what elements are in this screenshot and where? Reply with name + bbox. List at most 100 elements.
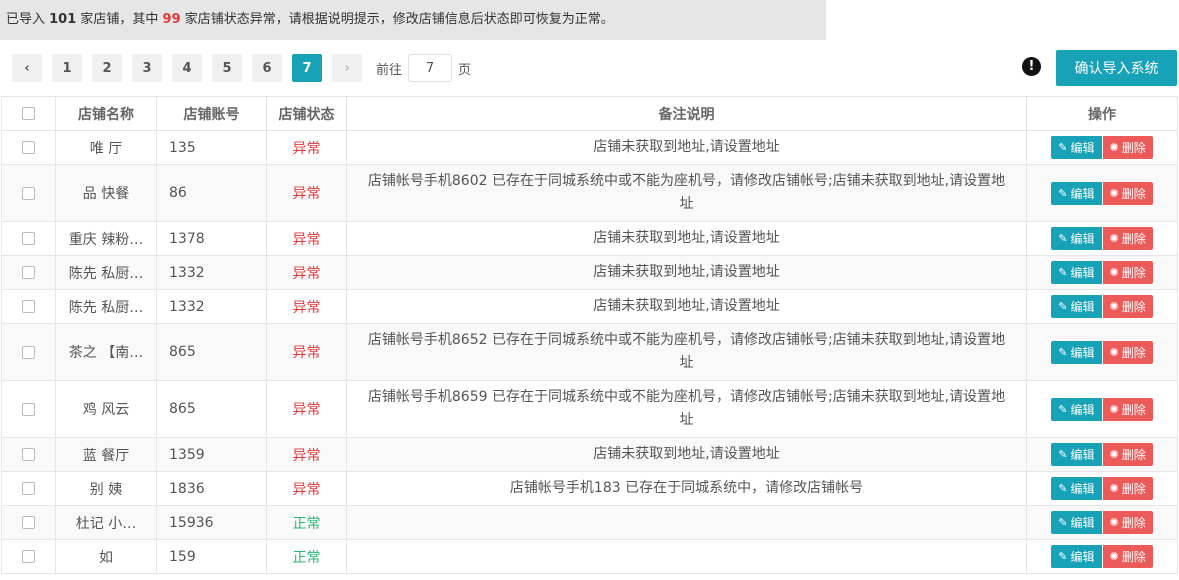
row-select-cell xyxy=(1,289,56,324)
edit-button[interactable]: ✎ 编辑 xyxy=(1051,295,1102,318)
store-status-cell: 异常 xyxy=(266,164,347,222)
edit-button[interactable]: ✎ 编辑 xyxy=(1051,443,1102,466)
store-status-cell: 异常 xyxy=(266,130,347,165)
store-account-cell: 159 xyxy=(156,539,267,574)
delete-button[interactable]: ✺ 删除 xyxy=(1102,511,1153,534)
delete-button[interactable]: ✺ 删除 xyxy=(1102,477,1153,500)
edit-button[interactable]: ✎ 编辑 xyxy=(1051,181,1102,205)
pagination: ‹ 1 2 3 4 5 6 7 › 前往 页 xyxy=(12,54,471,82)
confirm-import-button[interactable]: 确认导入系统 xyxy=(1056,50,1177,86)
delete-button[interactable]: ✺ 删除 xyxy=(1102,181,1153,205)
store-status-cell: 正常 xyxy=(266,539,347,574)
store-name-cell: 如 xyxy=(55,539,157,574)
table-header-row: 店铺名称 店铺账号 店铺状态 备注说明 操作 xyxy=(1,96,1178,131)
row-checkbox[interactable] xyxy=(22,448,35,461)
row-checkbox[interactable] xyxy=(22,516,35,529)
store-name-cell: 蓝 餐厅 xyxy=(55,437,157,472)
abnormal-count: 99 xyxy=(162,12,181,27)
row-checkbox[interactable] xyxy=(22,186,35,200)
store-name-cell: 别 姨 xyxy=(55,471,157,506)
store-status-cell: 异常 xyxy=(266,255,347,290)
edit-button[interactable]: ✎ 编辑 xyxy=(1051,340,1102,364)
page-button-6[interactable]: 6 xyxy=(252,54,282,82)
select-all-cell xyxy=(1,96,56,131)
page-button-7[interactable]: 7 xyxy=(292,54,322,82)
table-row: 陈先 私厨… 1332 异常 店铺未获取到地址,请设置地址 ✎ 编辑 ✺ 删除 xyxy=(1,289,1178,324)
edit-button[interactable]: ✎ 编辑 xyxy=(1051,511,1102,534)
row-select-cell xyxy=(1,380,56,438)
goto-page-input[interactable] xyxy=(408,54,453,82)
row-checkbox[interactable] xyxy=(22,300,35,313)
table-row: 如 159 正常 ✎ 编辑 ✺ 删除 xyxy=(1,539,1178,574)
edit-button[interactable]: ✎ 编辑 xyxy=(1051,227,1102,250)
warning-icon[interactable]: ! xyxy=(1022,57,1041,76)
store-name-cell: 陈先 私厨… xyxy=(55,255,157,290)
edit-icon: ✎ xyxy=(1058,516,1068,529)
remark-cell: 店铺帐号手机8602 已存在于同城系统中或不能为座机号，请修改店铺帐号;店铺未获… xyxy=(346,164,1027,222)
store-status-cell: 异常 xyxy=(266,437,347,472)
row-checkbox[interactable] xyxy=(22,141,35,154)
edit-icon: ✎ xyxy=(1058,345,1068,359)
actions-cell: ✎ 编辑 ✺ 删除 xyxy=(1026,164,1178,222)
row-select-cell xyxy=(1,221,56,256)
table-row: 杜记 小… 15936 正常 ✎ 编辑 ✺ 删除 xyxy=(1,505,1178,540)
store-name-cell: 陈先 私厨… xyxy=(55,289,157,324)
actions-cell: ✎ 编辑 ✺ 删除 xyxy=(1026,289,1178,324)
row-checkbox[interactable] xyxy=(22,345,35,359)
delete-button[interactable]: ✺ 删除 xyxy=(1102,136,1153,159)
edit-icon: ✎ xyxy=(1058,266,1068,279)
delete-button[interactable]: ✺ 删除 xyxy=(1102,340,1153,364)
row-checkbox[interactable] xyxy=(22,402,35,416)
store-table: 店铺名称 店铺账号 店铺状态 备注说明 操作 唯 厅 135 异常 店铺未获取到地址,… xyxy=(1,96,1178,574)
delete-icon: ✺ xyxy=(1109,550,1119,563)
goto-label: 前往 xyxy=(376,62,403,78)
edit-button[interactable]: ✎ 编辑 xyxy=(1051,545,1102,568)
edit-icon: ✎ xyxy=(1058,550,1068,563)
page-button-1[interactable]: 1 xyxy=(52,54,82,82)
delete-button[interactable]: ✺ 删除 xyxy=(1102,295,1153,318)
store-name-cell: 杜记 小… xyxy=(55,505,157,540)
row-checkbox[interactable] xyxy=(22,232,35,245)
row-checkbox[interactable] xyxy=(22,266,35,279)
table-row: 唯 厅 135 异常 店铺未获取到地址,请设置地址 ✎ 编辑 ✺ 删除 xyxy=(1,130,1178,165)
header-store-status: 店铺状态 xyxy=(266,96,347,131)
import-summary-banner: 已导入 101 家店铺，其中 99 家店铺状态异常，请根据说明提示，修改店铺信息… xyxy=(0,0,826,40)
header-actions: 操作 xyxy=(1026,96,1178,131)
edit-button[interactable]: ✎ 编辑 xyxy=(1051,397,1102,421)
delete-icon: ✺ xyxy=(1109,482,1119,495)
delete-icon: ✺ xyxy=(1109,186,1119,200)
row-checkbox[interactable] xyxy=(22,550,35,563)
edit-icon: ✎ xyxy=(1058,141,1068,154)
delete-button[interactable]: ✺ 删除 xyxy=(1102,397,1153,421)
delete-icon: ✺ xyxy=(1109,345,1119,359)
page-button-4[interactable]: 4 xyxy=(172,54,202,82)
edit-icon: ✎ xyxy=(1058,300,1068,313)
prev-page-button[interactable]: ‹ xyxy=(12,54,42,82)
total-count: 101 xyxy=(49,12,77,27)
row-select-cell xyxy=(1,164,56,222)
edit-button[interactable]: ✎ 编辑 xyxy=(1051,477,1102,500)
page-button-5[interactable]: 5 xyxy=(212,54,242,82)
store-status-cell: 正常 xyxy=(266,505,347,540)
row-checkbox[interactable] xyxy=(22,482,35,495)
remark-cell xyxy=(346,505,1027,540)
edit-icon: ✎ xyxy=(1058,402,1068,416)
remark-cell: 店铺帐号手机183 已存在于同城系统中，请修改店铺帐号 xyxy=(346,471,1027,506)
actions-cell: ✎ 编辑 ✺ 删除 xyxy=(1026,539,1178,574)
page-button-2[interactable]: 2 xyxy=(92,54,122,82)
delete-icon: ✺ xyxy=(1109,141,1119,154)
store-account-cell: 15936 xyxy=(156,505,267,540)
delete-icon: ✺ xyxy=(1109,448,1119,461)
delete-button[interactable]: ✺ 删除 xyxy=(1102,545,1153,568)
select-all-checkbox[interactable] xyxy=(22,107,35,120)
edit-button[interactable]: ✎ 编辑 xyxy=(1051,136,1102,159)
page-button-3[interactable]: 3 xyxy=(132,54,162,82)
next-page-button[interactable]: › xyxy=(332,54,362,82)
delete-button[interactable]: ✺ 删除 xyxy=(1102,443,1153,466)
delete-button[interactable]: ✺ 删除 xyxy=(1102,227,1153,250)
actions-cell: ✎ 编辑 ✺ 删除 xyxy=(1026,221,1178,256)
actions-cell: ✎ 编辑 ✺ 删除 xyxy=(1026,471,1178,506)
delete-icon: ✺ xyxy=(1109,516,1119,529)
delete-button[interactable]: ✺ 删除 xyxy=(1102,261,1153,284)
edit-button[interactable]: ✎ 编辑 xyxy=(1051,261,1102,284)
